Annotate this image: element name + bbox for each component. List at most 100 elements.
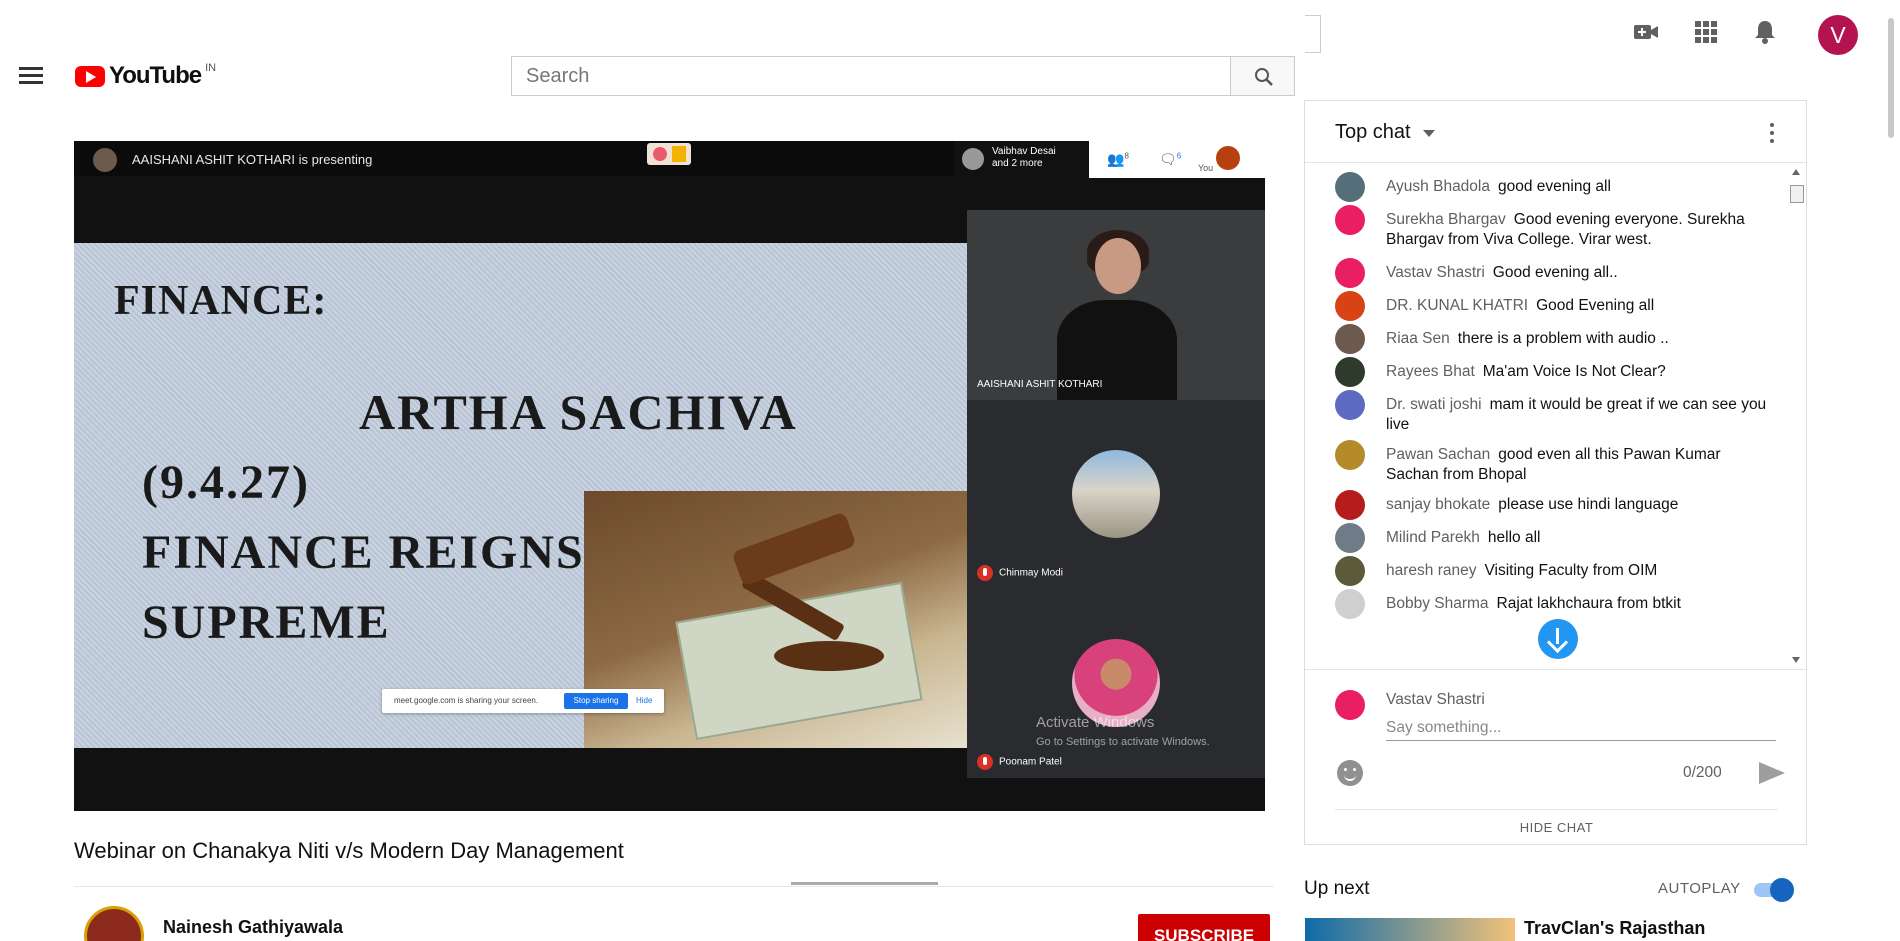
chat-author-name[interactable]: Dr. swati joshi [1386,396,1482,413]
activate-windows-subtext: Go to Settings to activate Windows. [1036,736,1210,748]
character-counter: 0/200 [1683,764,1722,781]
chat-author-avatar[interactable] [1335,589,1365,619]
chat-message-text: Rajat lakhchaura from btkit [1496,595,1681,612]
chat-author-avatar[interactable] [1335,556,1365,586]
chat-message-body: Ayush Bhadola good evening all [1386,177,1771,197]
tile-name: Chinmay Modi [999,567,1063,579]
autoplay-toggle[interactable] [1752,878,1794,902]
chat-author-name[interactable]: DR. KUNAL KHATRI [1386,297,1528,314]
self-avatar [1216,146,1240,170]
logo-text: YouTube [109,62,202,89]
participant-avatar [962,148,984,170]
next-video-title[interactable]: TravClan's Rajasthan [1524,918,1705,939]
chat-author-avatar[interactable] [1335,390,1365,420]
stop-sharing-button[interactable]: Stop sharing [564,693,628,709]
participant-avatar [1072,450,1160,538]
youtube-play-icon [75,65,105,87]
chat-message-body: Dr. swati joshi mam it would be great if … [1386,395,1771,435]
chat-author-name[interactable]: Milind Parekh [1386,529,1480,546]
participant-tile: Chinmay Modi [967,400,1265,589]
search-button[interactable] [1230,56,1295,96]
hamburger-menu-icon[interactable] [16,64,46,88]
channel-avatar[interactable] [84,906,144,941]
create-video-icon[interactable] [1632,18,1660,46]
chat-author-avatar[interactable] [1335,490,1365,520]
chat-header: Top chat [1305,101,1806,163]
people-line-2: and 2 more [992,158,1043,169]
video-player[interactable]: AAISHANI ASHIT KOTHARI is presenting Vai… [74,141,1265,811]
search-icon [1255,68,1273,86]
up-next-label: Up next [1304,878,1370,899]
people-line-1: Vaibhav Desai [992,146,1056,157]
participant-tile: Poonam Patel [967,589,1265,778]
scroll-up-arrow-icon[interactable] [1792,169,1800,175]
chat-message-text: Good Evening all [1536,297,1655,314]
chat-author-name[interactable]: Bobby Sharma [1386,595,1489,612]
meet-people-summary: Vaibhav Desai and 2 more [954,141,1089,178]
chat-author-name[interactable]: Ayush Bhadola [1386,178,1490,195]
chat-message-body: Surekha Bhargav Good evening everyone. Su… [1386,210,1771,250]
chat-author-avatar[interactable] [1335,440,1365,470]
chat-message-text: Visiting Faculty from OIM [1484,562,1658,579]
chat-message-body: Rayees Bhat Ma'am Voice Is Not Clear? [1386,362,1771,382]
chevron-down-icon[interactable] [1423,130,1435,137]
chat-message-input[interactable] [1386,715,1776,741]
mic-off-icon [977,565,993,581]
next-video-thumbnail[interactable] [1305,918,1515,941]
chat-author-name[interactable]: haresh raney [1386,562,1476,579]
notifications-bell-icon[interactable] [1751,18,1779,46]
meet-presenting-bar: AAISHANI ASHIT KOTHARI is presenting Vai… [74,141,1265,178]
apps-grid-icon[interactable] [1692,18,1720,46]
youtube-logo[interactable]: YouTube IN [75,60,216,92]
chat-message-text: please use hindi language [1498,496,1679,513]
presenter-avatar [93,148,117,172]
account-avatar[interactable]: V [1818,15,1858,55]
mic-off-icon [977,754,993,770]
chat-message-text: hello all [1487,529,1541,546]
chat-mode-dropdown[interactable]: Top chat [1335,121,1411,144]
chat-author-name[interactable]: Riaa Sen [1386,330,1450,347]
logo-country-code: IN [205,62,217,74]
chat-message-text: there is a problem with audio .. [1457,330,1669,347]
scroll-down-arrow-icon[interactable] [1792,657,1800,663]
tile-name: AAISHANI ASHIT KOTHARI [977,379,1103,390]
chat-author-name[interactable]: Pawan Sachan [1386,446,1490,463]
chat-author-avatar[interactable] [1335,172,1365,202]
meet-toolbar: Vaibhav Desai and 2 more 👥8 🗨6 You [954,141,1265,178]
chat-message-body: haresh raney Visiting Faculty from OIM [1386,561,1771,581]
emoji-icon[interactable] [1337,760,1363,786]
activate-windows-watermark: Activate Windows [1036,714,1155,731]
chat-input-area: Vastav Shastri 0/200 [1305,669,1806,809]
chat-author-avatar[interactable] [1335,258,1365,288]
chat-author-name[interactable]: Rayees Bhat [1386,363,1475,380]
hide-share-button[interactable]: Hide [636,696,652,705]
hide-chat-button[interactable]: HIDE CHAT [1335,809,1778,845]
subscribe-button[interactable]: SUBSCRIBE [1138,914,1270,941]
jump-to-bottom-icon[interactable] [1538,619,1578,659]
my-name: Vastav Shastri [1386,691,1485,708]
chat-message-text: Good evening all.. [1492,264,1618,281]
more-options-icon[interactable] [1768,121,1776,145]
slide-line-1: FINANCE: [114,278,328,324]
my-avatar [1335,690,1365,720]
chat-author-avatar[interactable] [1335,291,1365,321]
screen-share-bar: meet.google.com is sharing your screen. … [382,689,664,713]
search-input[interactable] [512,57,1231,95]
chat-scrollbar[interactable] [1789,169,1804,664]
channel-name[interactable]: Nainesh Gathiyawala [163,917,343,938]
chat-author-avatar[interactable] [1335,523,1365,553]
slide-line-3: (9.4.27) FINANCE REIGNS SUPREME [142,456,585,649]
send-icon[interactable] [1759,762,1785,784]
participants-icon: 👥8 [1107,151,1129,167]
page-scrollbar[interactable] [1888,18,1894,138]
chat-author-name[interactable]: sanjay bhokate [1386,496,1490,513]
chat-message-body: Vastav Shastri Good evening all.. [1386,263,1771,283]
chat-author-name[interactable]: Vastav Shastri [1386,264,1485,281]
chat-author-name[interactable]: Surekha Bhargav [1386,211,1506,228]
chat-author-avatar[interactable] [1335,357,1365,387]
live-chat-panel: Top chat Ayush Bhadola good evening all Su… [1304,100,1807,845]
presenting-label: AAISHANI ASHIT KOTHARI is presenting [132,152,373,167]
chat-author-avatar[interactable] [1335,205,1365,235]
chat-author-avatar[interactable] [1335,324,1365,354]
scrollbar-thumb[interactable] [1790,185,1804,203]
